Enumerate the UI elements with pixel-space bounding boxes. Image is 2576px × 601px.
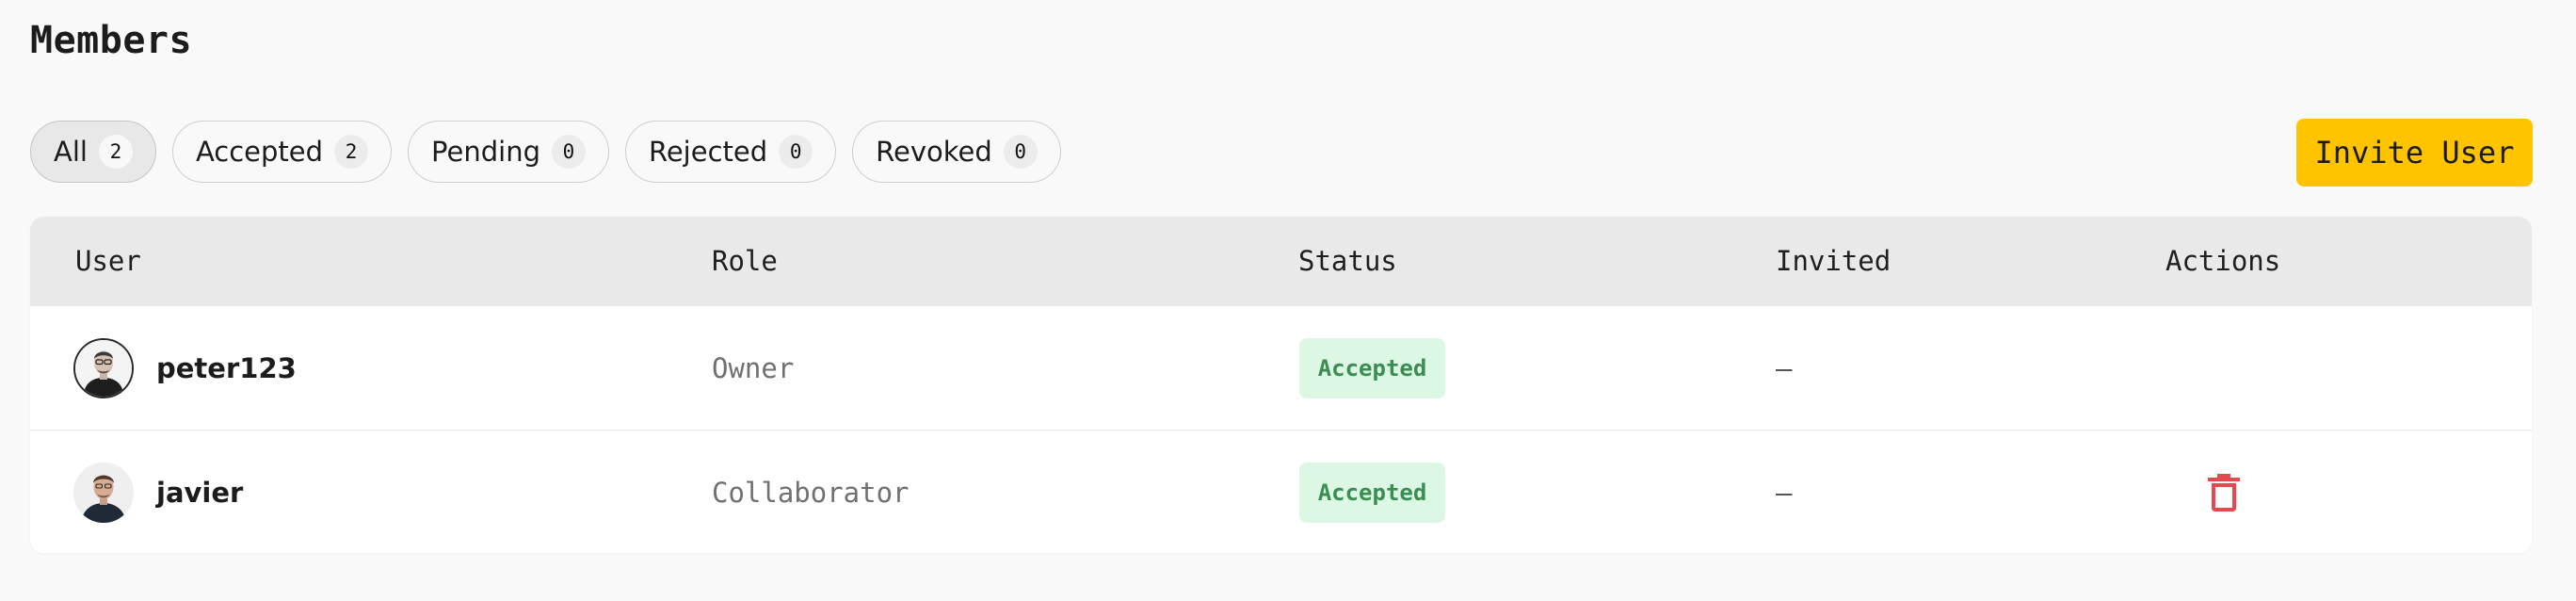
table-row: peter123 Owner Accepted – xyxy=(30,306,2532,430)
role-text: Owner xyxy=(712,351,795,384)
filter-count: 0 xyxy=(1003,135,1038,169)
filter-label: Pending xyxy=(431,136,540,168)
status-badge: Accepted xyxy=(1299,337,1445,398)
filter-all[interactable]: All 2 xyxy=(30,121,156,183)
column-header-role[interactable]: Role xyxy=(712,217,778,306)
filter-rejected[interactable]: Rejected 0 xyxy=(624,121,837,183)
table-row: javier Collaborator Accepted – xyxy=(30,430,2532,553)
members-page: Members All 2 Accepted 2 Pending 0 Rejec… xyxy=(0,0,2576,601)
avatar[interactable] xyxy=(73,337,134,398)
username: javier xyxy=(156,476,244,509)
filter-count: 2 xyxy=(334,135,369,169)
column-header-user[interactable]: User xyxy=(75,217,141,306)
invited-value: – xyxy=(1776,476,1793,509)
invited-value: – xyxy=(1776,351,1793,384)
filter-count: 0 xyxy=(779,135,813,169)
status-cell: Accepted xyxy=(1299,306,1445,430)
column-header-status[interactable]: Status xyxy=(1298,217,1397,306)
avatar[interactable] xyxy=(73,462,134,523)
avatar-javier-image xyxy=(73,462,134,523)
filter-label: Accepted xyxy=(195,136,324,168)
actions-cell xyxy=(2205,430,2243,553)
role-cell: Owner xyxy=(712,306,794,430)
status-filter-tabs: All 2 Accepted 2 Pending 0 Rejected 0 Re… xyxy=(30,121,1061,183)
user-cell: peter123 xyxy=(73,306,297,430)
role-text: Collaborator xyxy=(712,476,910,509)
filter-count: 0 xyxy=(551,135,586,169)
filter-label: Revoked xyxy=(876,136,992,168)
trash-icon[interactable] xyxy=(2205,472,2243,513)
invited-cell: – xyxy=(1776,430,1792,553)
page-title: Members xyxy=(30,19,193,62)
table-header: User Role Status Invited Actions xyxy=(30,217,2532,306)
username: peter123 xyxy=(156,351,297,384)
filter-label: Rejected xyxy=(648,136,768,168)
filter-pending[interactable]: Pending 0 xyxy=(408,121,609,183)
invited-cell: – xyxy=(1776,306,1792,430)
invite-user-button[interactable]: Invite User xyxy=(2296,119,2533,187)
status-badge: Accepted xyxy=(1299,462,1445,523)
user-cell: javier xyxy=(73,430,243,553)
filter-accepted[interactable]: Accepted 2 xyxy=(171,121,393,183)
members-table: User Role Status Invited Actions peter12… xyxy=(30,217,2532,553)
role-cell: Collaborator xyxy=(712,430,910,553)
filter-revoked[interactable]: Revoked 0 xyxy=(852,121,1061,183)
column-header-invited[interactable]: Invited xyxy=(1776,217,1891,306)
avatar-peter-image xyxy=(75,339,132,397)
filter-label: All xyxy=(54,136,88,168)
filter-count: 2 xyxy=(98,135,133,169)
column-header-actions: Actions xyxy=(2165,245,2281,277)
status-cell: Accepted xyxy=(1299,430,1445,553)
